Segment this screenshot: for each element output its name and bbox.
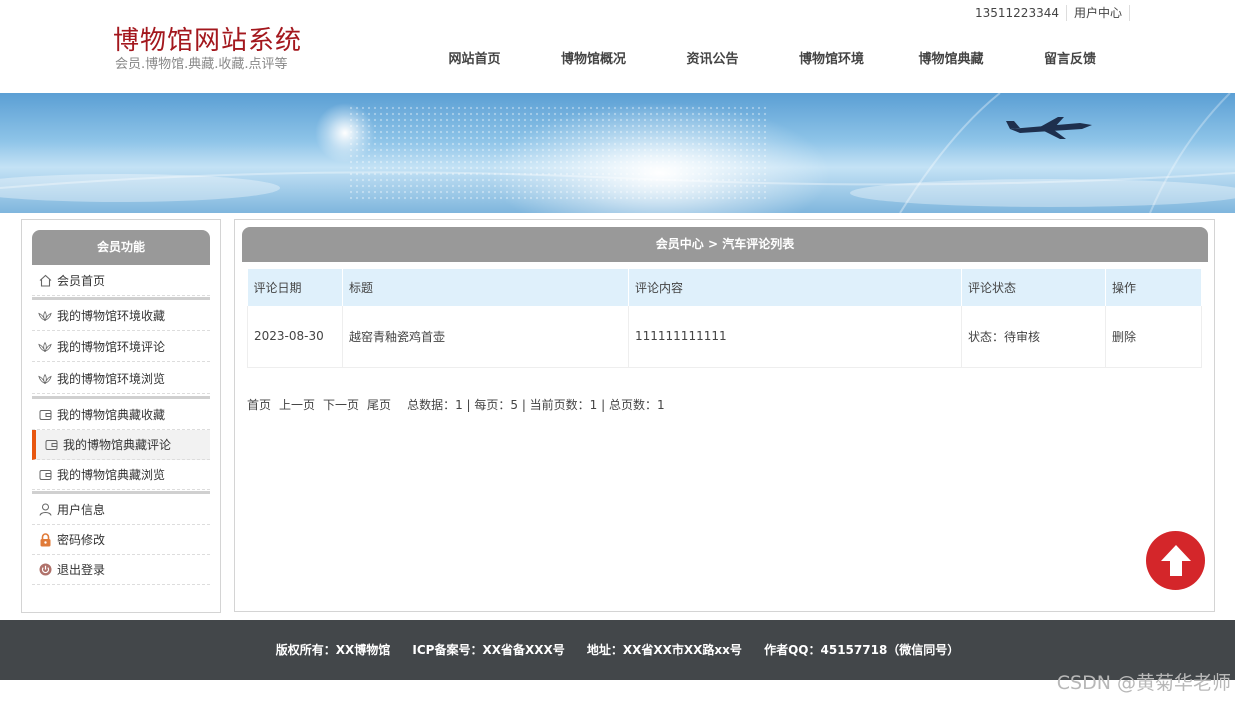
- phone-number: 13511223344: [968, 5, 1067, 21]
- sidebar-item-label: 退出登录: [57, 563, 106, 577]
- comment-table: 评论日期 标题 评论内容 评论状态 操作 2023-08-30 越窑青釉瓷鸡首壶…: [247, 269, 1202, 368]
- nav-news[interactable]: 资讯公告: [656, 50, 769, 70]
- sidebar-item-label: 我的博物馆环境收藏: [57, 309, 166, 323]
- cell-date: 2023-08-30: [247, 306, 343, 368]
- table-row: 2023-08-30 越窑青釉瓷鸡首壶 111111111111 状态：待审核 …: [247, 306, 1202, 368]
- wallet-icon: [44, 438, 58, 452]
- table-header-row: 评论日期 标题 评论内容 评论状态 操作: [247, 269, 1202, 306]
- banner-image: [0, 93, 1235, 213]
- wallet-icon: [38, 408, 52, 422]
- site-title[interactable]: 博物馆网站系统: [113, 20, 302, 57]
- footer-copyright: 版权所有：XX博物馆: [275, 643, 391, 657]
- pagination: 首页 上一页 下一页 尾页 总数据：1 | 每页：5 | 当前页数：1 | 总页…: [247, 396, 673, 413]
- divider: [32, 297, 210, 300]
- watermark: CSDN @黄菊华老师: [1056, 672, 1231, 694]
- sidebar-item-env-history[interactable]: 我的博物馆环境浏览: [32, 364, 210, 394]
- user-icon: [38, 503, 52, 517]
- nav-home[interactable]: 网站首页: [418, 50, 531, 70]
- sidebar-item-collection-favorites[interactable]: 我的博物馆典藏收藏: [32, 400, 210, 430]
- lotus-icon: [38, 372, 52, 386]
- nav-overview[interactable]: 博物馆概况: [531, 50, 656, 70]
- sidebar-title: 会员功能: [32, 230, 210, 265]
- sidebar-item-collection-comments[interactable]: 我的博物馆典藏评论: [32, 430, 210, 460]
- arrow-up-icon: [1160, 544, 1191, 576]
- sidebar-item-label: 用户信息: [57, 503, 106, 517]
- top-bar: 博物馆网站系统 会员.博物馆.典藏.收藏.点评等 13511223344 用户中…: [0, 0, 1235, 93]
- sidebar-item-label: 我的博物馆环境浏览: [57, 372, 166, 386]
- member-sidebar: 会员功能 会员首页 我的博物馆环境收藏 我的博物馆环境评论 我的博物馆环境浏览 …: [21, 219, 221, 613]
- nav-feedback[interactable]: 留言反馈: [1008, 50, 1132, 70]
- cell-content: 111111111111: [628, 306, 962, 368]
- sidebar-item-label: 我的博物馆典藏评论: [63, 438, 172, 452]
- sidebar-item-user-info[interactable]: 用户信息: [32, 495, 210, 525]
- top-links: 13511223344 用户中心: [968, 4, 1130, 22]
- sidebar-item-label: 我的博物馆典藏收藏: [57, 408, 166, 422]
- sidebar-item-collection-history[interactable]: 我的博物馆典藏浏览: [32, 460, 210, 490]
- lotus-icon: [38, 340, 52, 354]
- pager-last[interactable]: 尾页: [367, 396, 391, 413]
- pager-next[interactable]: 下一页: [323, 396, 359, 413]
- footer: 版权所有：XX博物馆 ICP备案号：XX省备XXX号 地址：XX省XX市XX路x…: [0, 620, 1235, 680]
- column-header-content: 评论内容: [628, 269, 962, 306]
- nav-collection[interactable]: 博物馆典藏: [894, 50, 1008, 70]
- divider: [32, 491, 210, 494]
- column-header-date: 评论日期: [247, 269, 343, 306]
- main-nav: 网站首页 博物馆概况 资讯公告 博物馆环境 博物馆典藏 留言反馈: [418, 50, 1132, 70]
- sidebar-item-label: 我的博物馆环境评论: [57, 340, 166, 354]
- lock-icon: [38, 532, 52, 547]
- column-header-title: 标题: [342, 269, 629, 306]
- column-header-status: 评论状态: [961, 269, 1106, 306]
- sidebar-item-change-password[interactable]: 密码修改: [32, 525, 210, 555]
- pager-prev[interactable]: 上一页: [279, 396, 315, 413]
- pager-stats: 总数据：1 | 每页：5 | 当前页数：1 | 总页数：1: [407, 398, 665, 412]
- footer-qq: 作者QQ：45157718（微信同号）: [764, 643, 960, 657]
- sidebar-item-label: 我的博物馆典藏浏览: [57, 468, 166, 482]
- site-subtitle: 会员.博物馆.典藏.收藏.点评等: [115, 57, 288, 72]
- home-icon: [38, 274, 52, 288]
- user-center-link[interactable]: 用户中心: [1067, 5, 1130, 21]
- cell-status: 状态：待审核: [961, 306, 1106, 368]
- sidebar-item-env-comments[interactable]: 我的博物馆环境评论: [32, 332, 210, 362]
- pager-first[interactable]: 首页: [247, 396, 271, 413]
- column-header-action: 操作: [1105, 269, 1202, 306]
- divider: [32, 396, 210, 399]
- main-panel: 会员中心 > 汽车评论列表 评论日期 标题 评论内容 评论状态 操作 2023-…: [234, 219, 1215, 612]
- sidebar-item-label: 密码修改: [57, 533, 106, 547]
- cell-title: 越窑青釉瓷鸡首壶: [342, 306, 629, 368]
- footer-address: 地址：XX省XX市XX路xx号: [586, 643, 742, 657]
- sidebar-item-env-favorites[interactable]: 我的博物馆环境收藏: [32, 301, 210, 331]
- breadcrumb: 会员中心 > 汽车评论列表: [242, 227, 1208, 262]
- power-icon: [38, 563, 52, 577]
- footer-icp: ICP备案号：XX省备XXX号: [412, 643, 565, 657]
- lotus-icon: [38, 309, 52, 323]
- sidebar-item-logout[interactable]: 退出登录: [32, 555, 210, 585]
- sidebar-item-label: 会员首页: [57, 274, 106, 288]
- delete-link[interactable]: 删除: [1105, 306, 1202, 368]
- airplane-icon: [1006, 117, 1092, 139]
- sidebar-item-member-home[interactable]: 会员首页: [32, 266, 210, 296]
- nav-environment[interactable]: 博物馆环境: [769, 50, 894, 70]
- back-to-top-button[interactable]: [1146, 531, 1205, 590]
- wallet-icon: [38, 468, 52, 482]
